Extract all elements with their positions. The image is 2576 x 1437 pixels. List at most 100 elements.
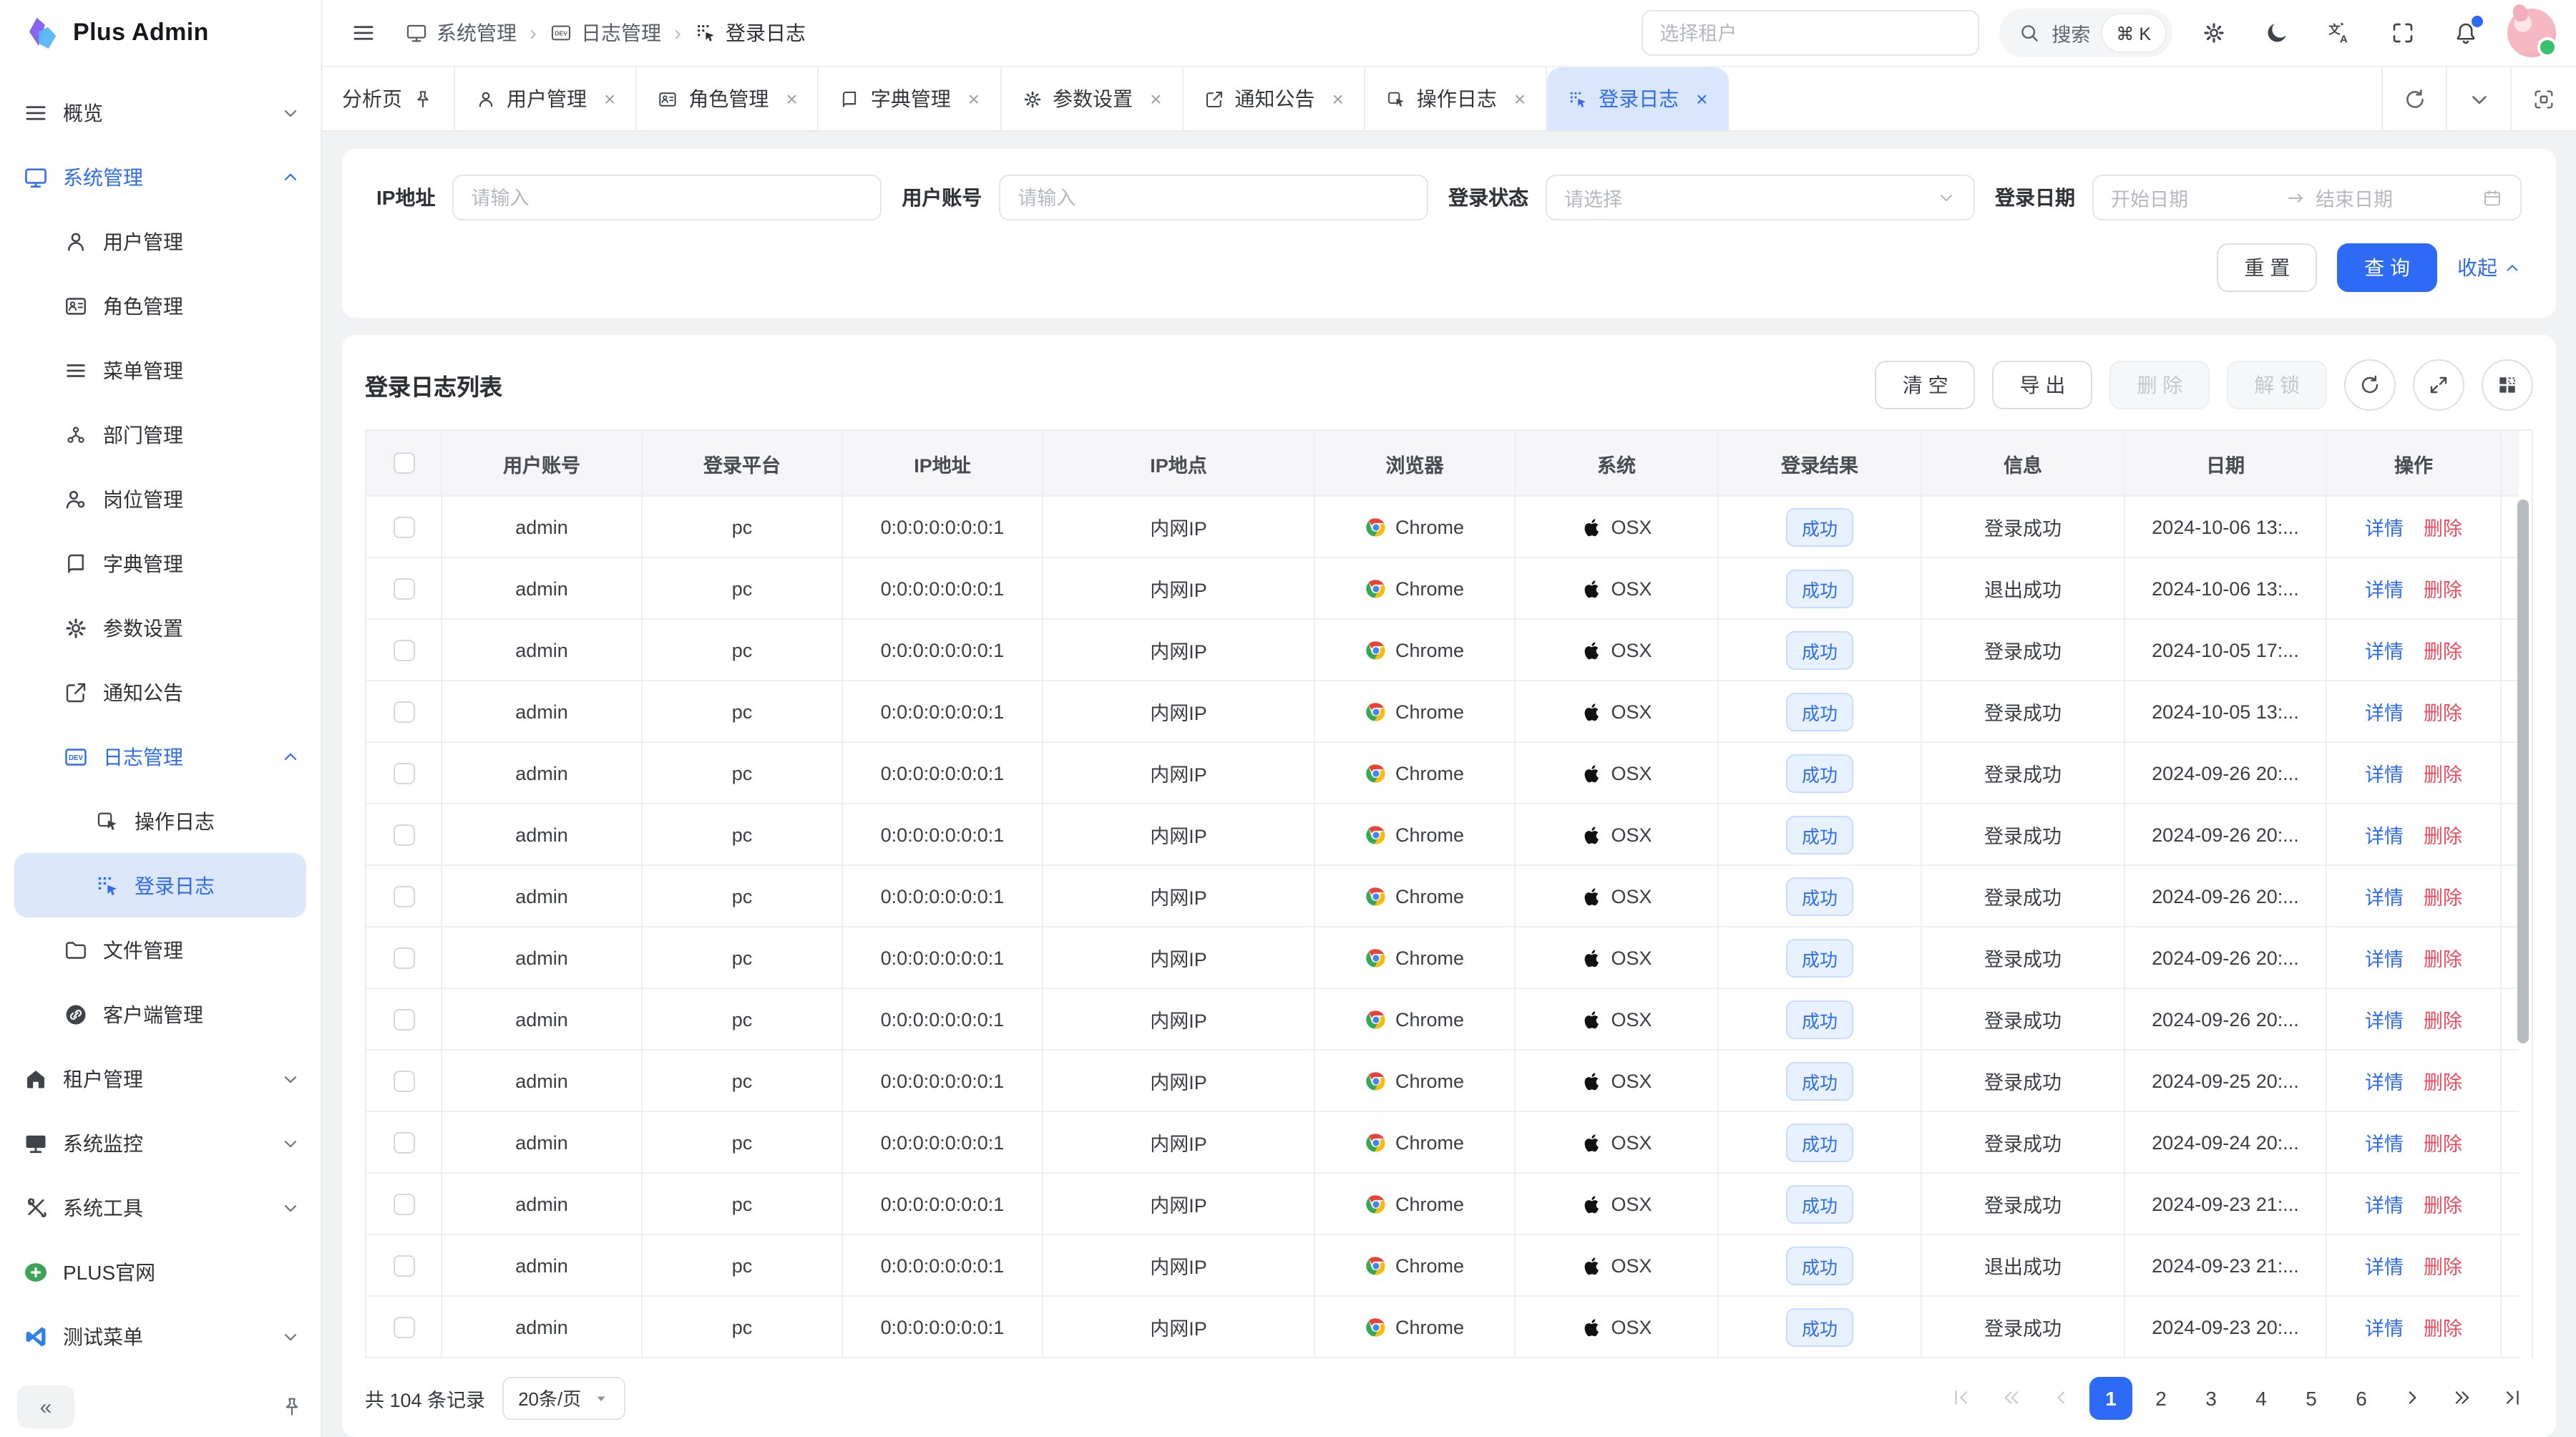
row-checkbox[interactable] (393, 824, 414, 845)
tenant-select-input[interactable] (1641, 10, 1979, 56)
column-settings-button[interactable] (2482, 359, 2533, 411)
global-search-button[interactable]: 搜索 ⌘ K (1999, 9, 2172, 57)
page-button-1[interactable]: 1 (2089, 1376, 2132, 1419)
last-page-button[interactable] (2490, 1376, 2533, 1419)
detail-link[interactable]: 详情 (2365, 1312, 2404, 1341)
app-logo[interactable]: Plus Admin (0, 0, 321, 66)
row-checkbox[interactable] (393, 1255, 414, 1276)
delete-button[interactable]: 删 除 (2109, 361, 2210, 409)
pin-icon[interactable] (412, 88, 434, 109)
breadcrumb-item-login-log[interactable]: 登录日志 (694, 19, 806, 47)
reset-button[interactable]: 重 置 (2217, 243, 2317, 292)
delete-link[interactable]: 删除 (2424, 1005, 2462, 1033)
account-input[interactable] (999, 175, 1428, 220)
close-icon[interactable] (1696, 87, 1707, 110)
sidebar-item-workflow[interactable]: 工作流 (0, 1368, 321, 1377)
page-size-select[interactable]: 20条/页 (502, 1376, 625, 1419)
detail-link[interactable]: 详情 (2365, 1251, 2404, 1280)
detail-link[interactable]: 详情 (2365, 512, 2404, 541)
delete-link[interactable]: 删除 (2424, 882, 2462, 910)
sidebar-item-notice[interactable]: 通知公告 (0, 660, 321, 724)
page-button-6[interactable]: 6 (2340, 1376, 2383, 1419)
detail-link[interactable]: 详情 (2365, 759, 2404, 787)
tab-operation-log[interactable]: 操作日志 (1365, 67, 1547, 130)
detail-link[interactable]: 详情 (2365, 1189, 2404, 1218)
row-checkbox[interactable] (393, 516, 414, 537)
unlock-button[interactable]: 解 锁 (2227, 361, 2327, 409)
delete-link[interactable]: 删除 (2424, 820, 2462, 849)
breadcrumb-item-system-mgmt[interactable]: 系统管理 (405, 19, 517, 47)
table-refresh-button[interactable] (2344, 359, 2396, 411)
page-button-4[interactable]: 4 (2240, 1376, 2283, 1419)
language-button[interactable] (2318, 11, 2361, 54)
delete-link[interactable]: 删除 (2424, 1251, 2462, 1280)
row-checkbox[interactable] (393, 1070, 414, 1091)
content-fullscreen-button[interactable] (2510, 67, 2576, 130)
collapse-filter-link[interactable]: 收起 (2457, 253, 2522, 282)
prev-page-button[interactable] (2039, 1376, 2082, 1419)
delete-link[interactable]: 删除 (2424, 512, 2462, 541)
sidebar-item-plus-site[interactable]: PLUS官网 (0, 1239, 321, 1304)
detail-link[interactable]: 详情 (2365, 820, 2404, 849)
first-page-button[interactable] (1939, 1376, 1982, 1419)
sidebar-item-tenant-mgmt[interactable]: 租户管理 (0, 1046, 321, 1111)
tab-role-mgmt[interactable]: 角色管理 (637, 67, 819, 130)
sidebar-pin-icon[interactable] (280, 1395, 303, 1418)
delete-link[interactable]: 删除 (2424, 1312, 2462, 1341)
sidebar-item-system-mgmt[interactable]: 系统管理 (0, 145, 321, 209)
delete-link[interactable]: 删除 (2424, 1066, 2462, 1095)
row-checkbox[interactable] (393, 885, 414, 907)
sidebar-item-operation-log[interactable]: 操作日志 (0, 789, 321, 853)
close-icon[interactable] (1150, 87, 1161, 110)
sidebar-item-client-mgmt[interactable]: 客户端管理 (0, 982, 321, 1046)
sidebar-item-overview[interactable]: 概览 (0, 80, 321, 145)
sidebar-item-user-mgmt[interactable]: 用户管理 (0, 209, 321, 273)
delete-link[interactable]: 删除 (2424, 697, 2462, 726)
close-icon[interactable] (1514, 87, 1526, 110)
sidebar-item-system-tools[interactable]: 系统工具 (0, 1175, 321, 1239)
sidebar-item-dict-mgmt[interactable]: 字典管理 (0, 531, 321, 595)
sidebar-collapse-button[interactable]: « (17, 1385, 74, 1428)
sidebar-item-login-log[interactable]: 登录日志 (14, 853, 306, 917)
ip-input[interactable] (452, 175, 882, 220)
row-checkbox[interactable] (393, 1008, 414, 1030)
delete-link[interactable]: 删除 (2424, 1128, 2462, 1156)
breadcrumb-item-log-mgmt[interactable]: 日志管理 (550, 19, 661, 47)
row-checkbox[interactable] (393, 1193, 414, 1214)
table-expand-button[interactable] (2413, 359, 2464, 411)
clear-button[interactable]: 清 空 (1875, 361, 1976, 409)
sidebar-item-post-mgmt[interactable]: 岗位管理 (0, 467, 321, 531)
row-checkbox[interactable] (393, 639, 414, 661)
tab-user-mgmt[interactable]: 用户管理 (455, 67, 637, 130)
tab-analysis[interactable]: 分析页 (322, 67, 455, 130)
user-avatar[interactable] (2507, 9, 2556, 57)
page-button-5[interactable]: 5 (2290, 1376, 2333, 1419)
select-all-checkbox[interactable] (393, 452, 414, 474)
settings-button[interactable] (2192, 11, 2235, 54)
page-button-3[interactable]: 3 (2190, 1376, 2233, 1419)
sidebar-item-system-monitor[interactable]: 系统监控 (0, 1111, 321, 1175)
close-icon[interactable] (1332, 87, 1344, 110)
detail-link[interactable]: 详情 (2365, 1005, 2404, 1033)
row-checkbox[interactable] (393, 701, 414, 722)
row-checkbox[interactable] (393, 1131, 414, 1153)
tab-param-settings[interactable]: 参数设置 (1001, 67, 1183, 130)
detail-link[interactable]: 详情 (2365, 574, 2404, 603)
jump-forward-button[interactable] (2440, 1376, 2483, 1419)
next-page-button[interactable] (2390, 1376, 2433, 1419)
sidebar-item-param-settings[interactable]: 参数设置 (0, 595, 321, 660)
tab-login-log[interactable]: 登录日志 (1547, 67, 1729, 130)
row-checkbox[interactable] (393, 578, 414, 599)
detail-link[interactable]: 详情 (2365, 635, 2404, 664)
login-date-range-picker[interactable]: 开始日期 结束日期 (2092, 175, 2522, 220)
sidebar-toggle-button[interactable] (342, 11, 385, 54)
jump-back-button[interactable] (1989, 1376, 2032, 1419)
delete-link[interactable]: 删除 (2424, 574, 2462, 603)
login-status-select[interactable]: 请选择 (1546, 175, 1975, 220)
detail-link[interactable]: 详情 (2365, 1066, 2404, 1095)
query-button[interactable]: 查 询 (2337, 243, 2437, 292)
delete-link[interactable]: 删除 (2424, 759, 2462, 787)
export-button[interactable]: 导 出 (1993, 361, 2093, 409)
sidebar-item-test-menu[interactable]: 测试菜单 (0, 1304, 321, 1368)
close-icon[interactable] (786, 87, 797, 110)
